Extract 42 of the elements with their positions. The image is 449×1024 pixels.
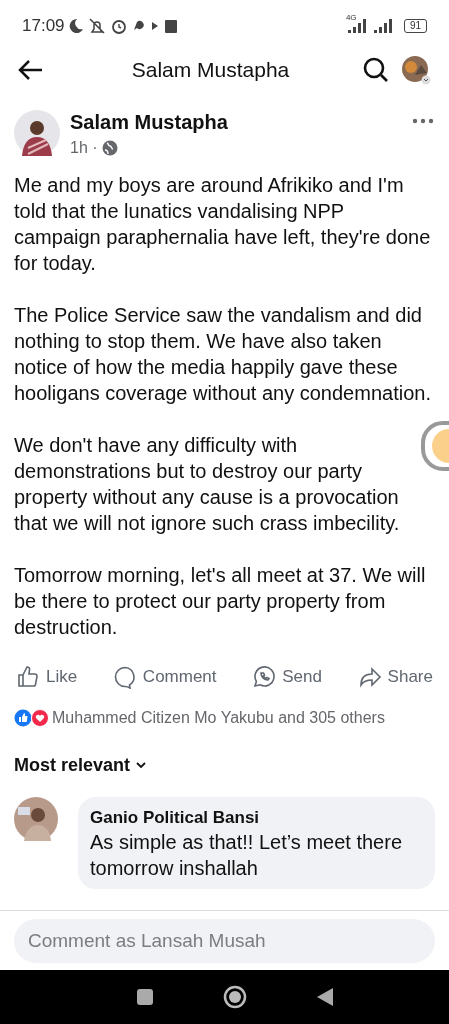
comment-button[interactable]: Comment (112, 664, 217, 690)
author-name[interactable]: Salam Mustapha (70, 110, 228, 134)
author-avatar[interactable] (14, 110, 60, 156)
chat-bubble-icon (132, 20, 145, 32)
play-icon (150, 21, 159, 31)
page-title: Salam Mustapha (131, 57, 290, 84)
reactions-summary[interactable]: Muhammed Citizen Mo Yakubu and 305 others (52, 705, 385, 730)
share-button[interactable]: Share (357, 664, 433, 690)
whatsapp-icon (252, 664, 277, 689)
chevron-down-icon (136, 762, 147, 768)
post-time: 1h · (70, 138, 98, 158)
back-arrow-icon[interactable] (18, 59, 44, 81)
thumbs-up-icon (16, 664, 40, 689)
commenter-name[interactable]: Ganio Political Bansi (90, 806, 423, 829)
search-icon[interactable] (363, 57, 389, 83)
floating-bubble-icon[interactable] (421, 421, 449, 471)
speech-bubble-icon (112, 664, 137, 689)
post-paragraph: Tomorrow morning, let's all meet at 37. We will be there to protect our party property from destruction. (14, 563, 427, 640)
notification-icon (164, 19, 177, 33)
share-arrow-icon (357, 664, 382, 689)
alarm-icon (110, 18, 127, 34)
profile-avatar[interactable] (401, 55, 431, 85)
muted-bell-icon (88, 18, 105, 34)
post-paragraph: We don't have any difficulty with demonstrations but to destroy our party property without any cause is a provocation that we will not ignore such crass imbecility. (14, 433, 401, 536)
moon-icon (68, 18, 83, 34)
send-button[interactable]: Send (252, 664, 322, 690)
more-options-icon[interactable] (412, 118, 434, 124)
comment-input[interactable]: Comment as Lansah Musah (14, 918, 435, 963)
clock: 17:09 (22, 15, 65, 38)
recent-apps-icon[interactable] (136, 989, 153, 1005)
post-paragraph: Me and my boys are around Afrikiko and I'm told that the lunatics vandalising NPP campaign paraphernalia have left, they're done for today. (14, 173, 432, 276)
reaction-icons[interactable] (14, 708, 50, 727)
post-paragraph: The Police Service saw the vandalism and did nothing to stop them. We have also taken notice of how the media happily gave these hooligans coverage without any condemnation. (14, 303, 432, 406)
comment-text: As simple as that!! Let’s meet there tomorrow inshallah (90, 829, 403, 881)
commenter-avatar[interactable] (14, 796, 58, 841)
back-icon[interactable] (316, 988, 333, 1006)
globe-icon (101, 140, 118, 156)
home-icon[interactable] (222, 985, 247, 1009)
battery-level: 91 (403, 19, 427, 33)
like-button[interactable]: Like (16, 664, 78, 690)
network-type: 4G (345, 14, 357, 22)
sort-dropdown[interactable]: Most relevant (14, 751, 147, 779)
